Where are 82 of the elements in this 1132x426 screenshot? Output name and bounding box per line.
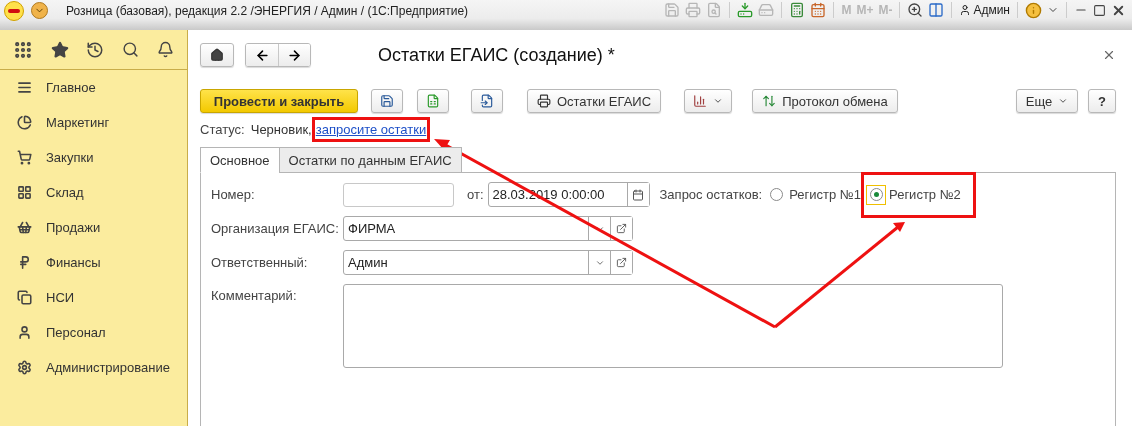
user-button[interactable]: Админ (959, 3, 1010, 17)
up-down-arrows-icon (762, 94, 777, 108)
right-arrow-icon (287, 47, 302, 63)
comment-field[interactable] (343, 284, 1003, 368)
document-button[interactable] (471, 89, 503, 113)
open-button[interactable] (610, 251, 632, 274)
caret-icon (1058, 96, 1069, 106)
sidebar-item[interactable]: Маркетинг (0, 105, 187, 140)
menu-button[interactable] (31, 2, 48, 19)
help-button[interactable]: ? (1088, 89, 1116, 113)
radio-label: Регистр №1 (789, 187, 862, 202)
save-button[interactable] (371, 89, 403, 113)
person-icon (959, 4, 972, 16)
panel-icon[interactable] (928, 2, 945, 18)
status-value: Черновик, (250, 122, 312, 137)
field-label: Организация ЕГАИС: (211, 221, 340, 236)
maximize-icon[interactable] (1093, 3, 1106, 17)
zoom-icon[interactable] (907, 2, 924, 18)
exchange-log-button[interactable]: Протокол обмена (752, 89, 898, 113)
sidebar-item[interactable]: Администрирование (0, 350, 187, 385)
responsible-field[interactable]: Админ (343, 250, 633, 275)
logo-icon (4, 1, 24, 21)
field-label: Номер: (211, 187, 256, 202)
sidebar-item[interactable]: Склад (0, 175, 187, 210)
radio-label: Регистр №2 (889, 187, 961, 202)
pie-chart-icon (17, 115, 32, 130)
drive-download-icon[interactable] (737, 2, 754, 18)
form-title: Остатки ЕГАИС (создание) * (378, 44, 616, 66)
sidebar-item[interactable]: Персонал (0, 315, 187, 350)
search-icon[interactable] (122, 41, 140, 58)
open-window-icon (616, 257, 627, 268)
more-button[interactable]: Еще (1016, 89, 1078, 113)
organization-field[interactable]: ФИРМА (343, 216, 633, 241)
calendar-button[interactable] (626, 183, 649, 206)
sidebar-item[interactable]: Финансы (0, 245, 187, 280)
calculator-icon[interactable] (789, 2, 806, 18)
document-arrow-icon (480, 94, 494, 108)
field-label: Комментарий: (211, 288, 298, 303)
calendar-icon[interactable] (810, 2, 827, 18)
post-button[interactable] (417, 89, 449, 113)
apps-icon[interactable] (12, 39, 33, 60)
status-label: Статус: (200, 122, 245, 137)
sidebar-item[interactable]: Продажи (0, 210, 187, 245)
history-icon[interactable] (86, 40, 105, 59)
radio-button[interactable] (769, 188, 783, 201)
sidebar-item[interactable]: Главное (0, 70, 187, 105)
open-window-icon (616, 223, 627, 234)
number-field[interactable] (343, 182, 454, 207)
post-and-close-button[interactable]: Провести и закрыть (200, 89, 358, 113)
ruble-icon (17, 255, 32, 270)
field-label: Запрос остатков: (659, 187, 763, 202)
gear-icon (17, 360, 32, 375)
person-icon (17, 325, 32, 340)
open-button[interactable] (610, 217, 632, 240)
sidebar-item[interactable]: НСИ (0, 280, 187, 315)
field-label: Ответственный: (211, 255, 309, 270)
grid-icon (17, 185, 32, 200)
forward-button[interactable] (278, 44, 310, 66)
tab[interactable]: Основное (200, 147, 280, 173)
lines-icon (17, 80, 32, 95)
bell-icon[interactable] (157, 41, 175, 58)
bar-chart-icon (693, 94, 707, 108)
printer-icon (536, 94, 551, 108)
calendar-icon (632, 188, 644, 201)
home-button[interactable] (200, 43, 234, 67)
tab[interactable]: Остатки по данным ЕГАИС (278, 147, 462, 173)
field-label: от: (467, 187, 484, 202)
cart-icon (17, 150, 32, 165)
copy-icon (17, 290, 32, 305)
request-link[interactable]: запросите остатки (315, 122, 427, 137)
caret-icon (713, 96, 723, 106)
sidebar-item[interactable]: Закупки (0, 140, 187, 175)
close-icon[interactable] (1102, 48, 1116, 62)
print-button[interactable]: Остатки ЕГАИС (527, 89, 661, 113)
basket-icon (17, 220, 32, 235)
document-icon (426, 94, 440, 108)
back-button[interactable] (246, 44, 278, 66)
star-icon[interactable] (50, 40, 69, 59)
window-title: Розница (базовая), редакция 2.2 /ЭНЕРГИЯ / Админ / (1С:Предприятие) (66, 4, 470, 18)
report-menu-button[interactable] (684, 89, 732, 113)
home-icon (210, 48, 224, 62)
info-icon[interactable] (1025, 1, 1042, 19)
